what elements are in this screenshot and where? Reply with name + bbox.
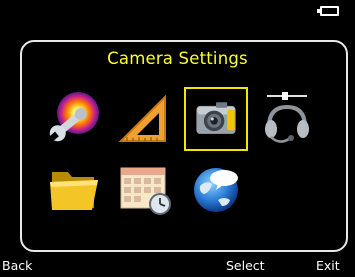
calendar-clock-icon bbox=[120, 167, 171, 215]
set-square-icon bbox=[118, 94, 166, 142]
menu-item-calibration[interactable] bbox=[44, 89, 104, 149]
page-title: Camera Settings bbox=[107, 49, 248, 68]
battery-icon bbox=[317, 6, 339, 16]
headset-slider-icon bbox=[265, 92, 309, 143]
wrench-thermal-icon bbox=[49, 92, 99, 142]
menu-item-audio[interactable] bbox=[257, 89, 317, 149]
back-softkey[interactable]: Back bbox=[2, 258, 32, 273]
select-softkey[interactable]: Select bbox=[226, 258, 265, 273]
menu-item-language[interactable] bbox=[186, 158, 246, 218]
folder-icon bbox=[50, 172, 98, 210]
exit-softkey[interactable]: Exit bbox=[316, 258, 340, 273]
camera-icon bbox=[196, 102, 236, 134]
globe-speech-icon bbox=[194, 168, 238, 212]
menu-item-files[interactable] bbox=[44, 158, 104, 218]
menu-item-calendar[interactable] bbox=[115, 158, 175, 218]
menu-item-camera[interactable] bbox=[184, 87, 248, 151]
menu-item-measurement[interactable] bbox=[115, 89, 175, 149]
